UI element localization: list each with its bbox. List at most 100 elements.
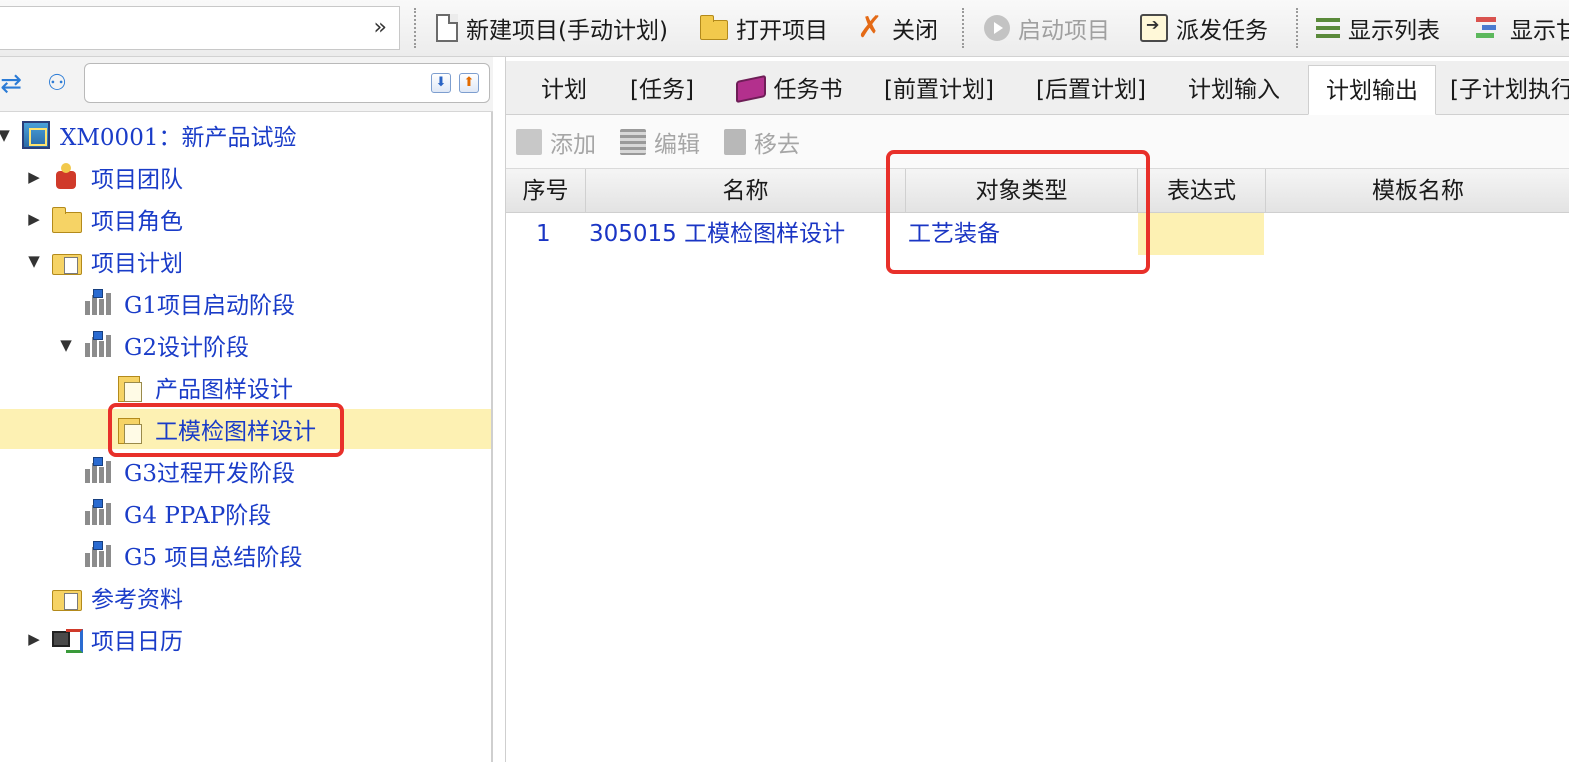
tree-node-label: 产品图样设计 xyxy=(155,377,293,403)
tree-node-label: 参考资料 xyxy=(91,587,183,613)
tab-subplan-execution[interactable]: [子计划执行] xyxy=(1450,65,1569,115)
folder-doc-icon xyxy=(52,583,82,611)
cell-expression[interactable] xyxy=(1138,213,1264,255)
collapse-toggle-icon[interactable]: ▶ xyxy=(26,210,42,228)
collapse-toggle-icon[interactable]: ▶ xyxy=(26,168,42,186)
tree-node-label: XM0001：新产品试验 xyxy=(60,125,297,151)
close-icon: ✗ xyxy=(857,10,883,45)
column-header-template-name[interactable]: 模板名称 xyxy=(1266,169,1569,213)
tree-node-stage-g1[interactable]: G1项目启动阶段 xyxy=(0,283,491,323)
tree-node-label: 工模检图样设计 xyxy=(155,419,316,445)
tab-task[interactable]: [任务] xyxy=(616,65,708,115)
start-project-button[interactable]: 启动项目 xyxy=(984,10,1110,46)
stage-icon xyxy=(84,289,112,317)
add-button[interactable]: 添加 xyxy=(516,127,596,158)
toolbar-separator xyxy=(962,8,964,48)
refresh-icon[interactable]: ⇄ xyxy=(0,69,26,99)
tab-label: [后置计划] xyxy=(1036,77,1146,103)
stage-icon xyxy=(84,541,112,569)
show-list-label: 显示列表 xyxy=(1348,18,1440,44)
new-project-button[interactable]: 新建项目(手动计划) xyxy=(436,10,668,46)
tab-label: [任务] xyxy=(630,77,694,103)
tree-node-label: G3过程开发阶段 xyxy=(124,461,296,487)
tree-node-plan[interactable]: ▼ 项目计划 xyxy=(0,241,491,281)
tree-node-stage-g4[interactable]: G4 PPAP阶段 xyxy=(0,493,491,533)
table-row[interactable]: 1 305015 工模检图样设计 工艺装备 xyxy=(506,213,1569,255)
show-gantt-button[interactable]: 显示甘 xyxy=(1474,10,1569,46)
tab-label: 计划输入 xyxy=(1188,77,1280,103)
tree-node-label: G5 项目总结阶段 xyxy=(124,545,303,571)
tab-successor-plan[interactable]: [后置计划] xyxy=(1024,65,1158,115)
tab-label: 计划 xyxy=(541,77,587,103)
stage-icon xyxy=(84,457,112,485)
tree-node-label: 项目团队 xyxy=(91,167,183,193)
toolbar-combo[interactable]: » xyxy=(0,6,400,50)
open-folder-icon xyxy=(700,15,728,40)
tree-node-stage-g3[interactable]: G3过程开发阶段 xyxy=(0,451,491,491)
gantt-icon xyxy=(1474,14,1502,42)
task-icon xyxy=(116,415,144,444)
remove-icon xyxy=(724,129,746,155)
tree-node-task-selected[interactable]: 工模检图样设计 xyxy=(0,409,491,449)
tree-view-icon[interactable]: ⚇ xyxy=(42,69,72,99)
edit-button[interactable]: 编辑 xyxy=(620,127,700,158)
tree-node-roles[interactable]: ▶ 项目角色 xyxy=(0,199,491,239)
tree-node-label: G2设计阶段 xyxy=(124,335,250,361)
team-icon xyxy=(52,163,80,191)
cell-object-type[interactable]: 工艺装备 xyxy=(908,213,1000,255)
play-icon xyxy=(984,15,1010,41)
tree-node-calendar[interactable]: ▶ 项目日历 xyxy=(0,619,491,659)
tree-node-team[interactable]: ▶ 项目团队 xyxy=(0,157,491,197)
tab-label: [前置计划] xyxy=(884,77,994,103)
show-list-button[interactable]: 显示列表 xyxy=(1316,10,1440,46)
open-project-button[interactable]: 打开项目 xyxy=(700,10,828,46)
column-header-expression[interactable]: 表达式 xyxy=(1138,169,1266,213)
column-header-name[interactable]: 名称 xyxy=(586,169,906,213)
output-toolbar: 添加 编辑 移去 xyxy=(506,115,1569,169)
collapse-toggle-icon[interactable]: ▶ xyxy=(26,630,42,648)
column-label: 名称 xyxy=(722,178,769,204)
column-label: 表达式 xyxy=(1167,178,1236,204)
detail-panel: 计划 [任务] 任务书 [前置计划] [后置计划] 计划输入 计划输出 [子计划… xyxy=(505,57,1569,762)
tab-plan[interactable]: 计划 xyxy=(524,65,604,115)
cell-template-name[interactable] xyxy=(1266,213,1566,255)
column-header-no[interactable]: 序号 xyxy=(506,169,586,213)
close-button[interactable]: ✗ 关闭 xyxy=(856,10,938,46)
stage-icon xyxy=(84,331,112,359)
expand-toggle-icon[interactable]: ▼ xyxy=(58,336,74,354)
cell-name[interactable]: 305015 工模检图样设计 xyxy=(589,213,845,255)
edit-icon xyxy=(620,129,646,155)
chevron-down-icon[interactable]: » xyxy=(374,14,387,42)
new-project-label: 新建项目(手动计划) xyxy=(466,18,668,44)
tab-task-book[interactable]: 任务书 xyxy=(724,65,854,115)
dispatch-task-button[interactable]: 派发任务 xyxy=(1140,10,1268,46)
cell-no: 1 xyxy=(536,221,551,247)
tab-predecessor-plan[interactable]: [前置计划] xyxy=(872,65,1006,115)
dispatch-icon xyxy=(1140,14,1168,42)
tab-plan-output[interactable]: 计划输出 xyxy=(1308,65,1436,115)
tree-node-stage-g5[interactable]: G5 项目总结阶段 xyxy=(0,535,491,575)
project-tree-panel: ⇄ ⚇ ⬇ ⬆ ▼ XM0001：新产品试验 ▶ 项目团队 ▶ 项目角色 ▼ 项… xyxy=(0,57,493,762)
book-icon xyxy=(735,74,766,104)
open-project-label: 打开项目 xyxy=(736,18,828,44)
remove-button[interactable]: 移去 xyxy=(724,127,800,158)
folder-doc-icon xyxy=(52,247,82,275)
arrow-down-icon[interactable]: ⬇ xyxy=(431,73,451,93)
tree-node-label: 项目日历 xyxy=(91,629,183,655)
column-label: 序号 xyxy=(522,178,569,204)
task-icon xyxy=(116,373,144,402)
tree-node-label: G1项目启动阶段 xyxy=(124,293,296,319)
tree-search-input[interactable]: ⬇ ⬆ xyxy=(84,63,490,103)
tree-node-project[interactable]: ▼ XM0001：新产品试验 xyxy=(0,115,491,155)
tab-plan-input[interactable]: 计划输入 xyxy=(1174,65,1294,115)
tree-node-reference[interactable]: 参考资料 xyxy=(0,577,491,617)
edit-label: 编辑 xyxy=(654,132,700,158)
tree-node-task[interactable]: 产品图样设计 xyxy=(0,367,491,407)
arrow-up-icon[interactable]: ⬆ xyxy=(459,73,479,93)
expand-toggle-icon[interactable]: ▼ xyxy=(26,252,42,270)
tree-node-label: G4 PPAP阶段 xyxy=(124,503,272,529)
tree-node-stage-g2[interactable]: ▼ G2设计阶段 xyxy=(0,325,491,365)
expand-toggle-icon[interactable]: ▼ xyxy=(0,126,12,144)
column-header-object-type[interactable]: 对象类型 xyxy=(906,169,1138,213)
main-toolbar: » 新建项目(手动计划) 打开项目 ✗ 关闭 启动项目 派发任务 显示列表 显示… xyxy=(0,0,1569,57)
